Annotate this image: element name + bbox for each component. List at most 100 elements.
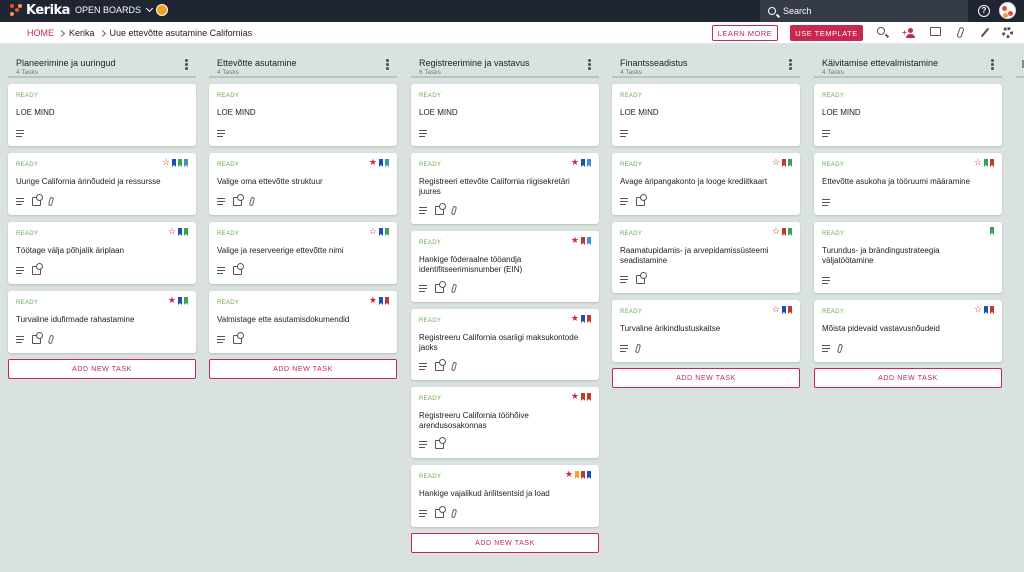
task-title[interactable]: Hankige föderaalne tööandja identifitsee… (419, 255, 589, 275)
task-title[interactable]: Valige ja reserveerige ettevõtte nimi (217, 246, 387, 256)
column-title[interactable]: Registreerimine ja vastavus (419, 54, 599, 68)
task-card[interactable]: READY LOE MIND (209, 84, 397, 146)
star-outline-icon[interactable]: ☆ (772, 305, 780, 314)
attachment-icon[interactable] (955, 26, 967, 39)
avatar[interactable] (999, 2, 1016, 19)
task-title[interactable]: Töötage välja põhjalik äriplaan (16, 246, 186, 256)
more-vert-icon[interactable] (185, 59, 188, 71)
star-filled-icon[interactable]: ★ (571, 236, 579, 245)
task-status: READY (822, 93, 845, 99)
task-title[interactable]: Registreeru California tööhõive arenduso… (419, 411, 589, 431)
breadcrumb-home[interactable]: HOME (27, 28, 54, 38)
task-card[interactable]: READY Turvaline idufirmade rahastamine ★ (8, 291, 196, 353)
add-person-icon[interactable]: + (902, 27, 917, 39)
star-outline-icon[interactable]: ☆ (772, 227, 780, 236)
task-title[interactable]: Valmistage ette asutamisdokumendid (217, 315, 387, 325)
star-filled-icon[interactable]: ★ (369, 296, 377, 305)
breadcrumb: HOME Kerika Uue ettevõtte asutamine Cali… (27, 28, 252, 38)
gear-icon[interactable] (1002, 27, 1014, 39)
star-outline-icon[interactable]: ☆ (369, 227, 377, 236)
star-filled-icon[interactable]: ★ (571, 392, 579, 401)
star-outline-icon[interactable]: ☆ (162, 158, 170, 167)
description-icon (419, 285, 427, 293)
learn-more-button[interactable]: LEARN MORE (712, 25, 778, 41)
task-indicators (620, 343, 642, 354)
board-search-icon[interactable] (877, 27, 889, 39)
column-title[interactable]: Ettevõtte asutamine (217, 54, 397, 68)
help-icon[interactable]: ? (978, 5, 990, 17)
task-card[interactable]: READY Hankige föderaalne tööandja identif… (411, 231, 599, 302)
attachment-icon (450, 361, 458, 372)
task-title[interactable]: Valige oma ettevõtte struktuur (217, 177, 387, 187)
kerika-logo[interactable]: Kerika (10, 3, 70, 18)
add-new-task-button[interactable]: ADD NEW TASK (814, 368, 1002, 388)
star-filled-icon[interactable]: ★ (565, 470, 573, 479)
column-title[interactable]: Käivitamise ettevalmistamine (822, 54, 1002, 68)
task-card[interactable]: READY LOE MIND (411, 84, 599, 146)
star-outline-icon[interactable]: ☆ (772, 158, 780, 167)
task-card[interactable]: READY Valige oma ettevõtte struktuur ★ (209, 153, 397, 215)
task-card[interactable]: READY Hankige vajalikud ärilitsentsid ja … (411, 465, 599, 527)
add-new-task-button[interactable]: ADD NEW TASK (209, 359, 397, 379)
task-card[interactable]: READY Registreeru California osariigi mak… (411, 309, 599, 380)
column-title[interactable]: Finantsseadistus (620, 54, 800, 68)
task-card[interactable]: READY Valmistage ette asutamisdokumendid ★ (209, 291, 397, 353)
task-title[interactable]: LOE MIND (419, 108, 589, 118)
task-title[interactable]: LOE MIND (620, 108, 790, 118)
chat-icon[interactable] (930, 27, 942, 39)
task-title[interactable]: Avage äripangakonto ja looge krediitkaar… (620, 177, 790, 187)
star-filled-icon[interactable]: ★ (571, 314, 579, 323)
task-title[interactable]: LOE MIND (217, 108, 387, 118)
task-title[interactable]: Uurige California ärinõudeid ja ressurss… (16, 177, 186, 187)
task-status: READY (620, 231, 643, 237)
task-card[interactable]: READY LOE MIND (814, 84, 1002, 146)
add-new-task-button[interactable]: ADD NEW TASK (411, 533, 599, 553)
more-vert-icon[interactable] (588, 59, 591, 71)
task-title[interactable]: Turvaline idufirmade rahastamine (16, 315, 186, 325)
task-title[interactable]: Registreeri ettevõte California riigisek… (419, 177, 589, 197)
task-indicators (16, 263, 43, 275)
task-title[interactable]: LOE MIND (822, 108, 992, 118)
task-card[interactable]: READY Uurige California ärinõudeid ja res… (8, 153, 196, 215)
task-card[interactable]: READY Avage äripangakonto ja looge kredii… (612, 153, 800, 215)
task-card[interactable]: READY Valige ja reserveerige ettevõtte ni… (209, 222, 397, 284)
task-card[interactable]: READY Töötage välja põhjalik äriplaan ☆ (8, 222, 196, 284)
open-boards-menu[interactable]: OPEN BOARDS (75, 4, 154, 15)
task-card[interactable]: READY LOE MIND (612, 84, 800, 146)
add-new-task-button[interactable]: ADD NEW TASK (8, 359, 196, 379)
task-card[interactable]: READY Registreeru California tööhõive are… (411, 387, 599, 458)
task-card[interactable]: READY Turvaline ärikindlustuskaitse ☆ (612, 300, 800, 362)
wrench-icon[interactable] (979, 27, 991, 39)
search-input[interactable]: Search (760, 0, 968, 22)
task-card[interactable]: READY Ettevõtte asukoha ja tööruumi määra… (814, 153, 1002, 215)
task-title[interactable]: Turvaline ärikindlustuskaitse (620, 324, 790, 334)
task-title[interactable]: Hankige vajalikud ärilitsentsid ja load (419, 489, 589, 499)
task-card[interactable]: READY Turundus- ja brändingustrateegia vä… (814, 222, 1002, 293)
column-header: Registreerimine ja vastavus 6 Tasks (411, 54, 599, 78)
task-card[interactable]: READY Raamatupidamis- ja arvepidamissüste… (612, 222, 800, 293)
task-title[interactable]: Mõista pidevaid vastavusnõudeid (822, 324, 992, 334)
more-vert-icon[interactable] (386, 59, 389, 71)
board-badge-icon[interactable] (156, 4, 168, 16)
star-filled-icon[interactable]: ★ (168, 296, 176, 305)
task-title[interactable]: Ettevõtte asukoha ja tööruumi määramine (822, 177, 992, 187)
more-vert-icon[interactable] (789, 59, 792, 71)
use-template-button[interactable]: USE TEMPLATE (790, 25, 863, 41)
star-outline-icon[interactable]: ☆ (168, 227, 176, 236)
task-card[interactable]: READY Mõista pidevaid vastavusnõudeid ☆ (814, 300, 1002, 362)
column-title[interactable]: Planeerimine ja uuringud (16, 54, 196, 68)
task-card[interactable]: READY LOE MIND (8, 84, 196, 146)
breadcrumb-org[interactable]: Kerika (69, 28, 95, 38)
more-vert-icon[interactable] (991, 59, 994, 71)
task-title[interactable]: Registreeru California osariigi maksukon… (419, 333, 589, 353)
star-filled-icon[interactable]: ★ (571, 158, 579, 167)
star-outline-icon[interactable]: ☆ (974, 305, 982, 314)
star-outline-icon[interactable]: ☆ (974, 158, 982, 167)
add-new-task-button[interactable]: ADD NEW TASK (612, 368, 800, 388)
task-title[interactable]: Raamatupidamis- ja arvepidamissüsteemi s… (620, 246, 790, 266)
star-filled-icon[interactable]: ★ (369, 158, 377, 167)
task-card[interactable]: READY Registreeri ettevõte California rii… (411, 153, 599, 224)
task-title[interactable]: Turundus- ja brändingustrateegia väljatö… (822, 246, 992, 266)
task-title[interactable]: LOE MIND (16, 108, 186, 118)
description-icon (16, 198, 24, 206)
